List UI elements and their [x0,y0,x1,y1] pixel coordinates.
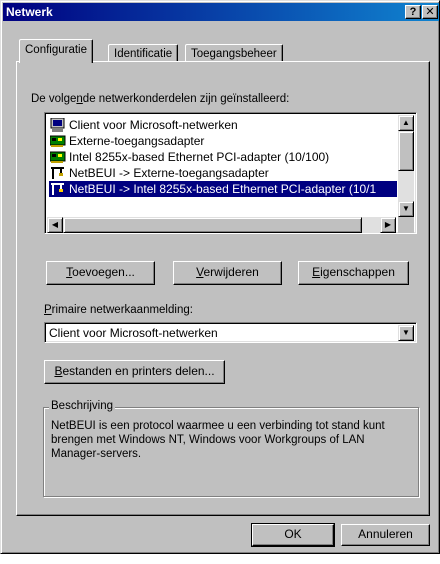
protocol-icon [51,167,64,179]
primary-logon-label: Primaire netwerkaanmelding: [44,304,193,316]
scroll-right-button[interactable]: ▶ [380,217,396,233]
close-button[interactable]: ✕ [422,5,438,19]
primary-logon-value: Client voor Microsoft-netwerken [49,326,218,340]
components-list[interactable]: Client voor Microsoft-netwerken Externe-… [44,112,417,234]
help-button[interactable]: ? [405,5,421,19]
cancel-button[interactable]: Annuleren [341,524,430,546]
components-label: De volgende netwerkonderdelen zijn geïns… [31,93,290,105]
tab-configuratie[interactable]: Configuratie [19,39,94,63]
arrow-right-icon: ▶ [384,220,392,229]
dropdown-button[interactable]: ▼ [398,325,414,341]
list-item[interactable]: Intel 8255x-based Ethernet PCI-adapter (… [49,149,329,165]
primary-logon-select[interactable]: Client voor Microsoft-netwerken ▼ [44,322,417,343]
configuratie-panel: De volgende netwerkonderdelen zijn geïns… [16,61,430,516]
file-print-sharing-button[interactable]: Bestanden en printers delen... [44,360,225,384]
properties-button[interactable]: Eigenschappen [298,261,409,285]
arrow-down-icon: ▼ [402,204,410,213]
description-legend: Beschrijving [49,400,115,412]
scroll-left-button[interactable]: ◀ [47,217,63,233]
ok-button[interactable]: OK [251,523,335,547]
network-dialog: Netwerk ? ✕ Configuratie Identificatie T… [0,0,440,554]
protocol-icon [51,183,64,195]
description-group: Beschrijving NetBEUI is een protocol waa… [43,400,419,497]
remove-button[interactable]: Verwijderen [173,261,282,285]
list-item[interactable]: NetBEUI -> Externe-toegangsadapter [49,165,269,181]
description-text: NetBEUI is een protocol waarmee u een ve… [51,420,385,460]
chevron-down-icon: ▼ [402,328,410,337]
list-item[interactable]: Externe-toegangsadapter [49,133,204,149]
arrow-left-icon: ◀ [51,220,59,229]
horizontal-scrollbar-thumb[interactable] [63,217,362,233]
scroll-up-button[interactable]: ▲ [398,115,414,131]
window-title: Netwerk [6,5,53,19]
list-item-selected[interactable]: NetBEUI -> Intel 8255x-based Ethernet PC… [49,181,397,197]
scrollbar-corner [398,217,414,233]
add-button[interactable]: Toevoegen... [46,261,155,285]
vertical-scrollbar-thumb[interactable] [398,131,414,171]
computer-icon [50,118,65,132]
list-item[interactable]: Client voor Microsoft-netwerken [49,117,238,133]
network-card-icon [50,151,66,163]
arrow-up-icon: ▲ [402,118,410,127]
title-bar[interactable]: Netwerk ? ✕ [3,3,439,21]
network-card-icon [50,135,66,147]
scroll-down-button[interactable]: ▼ [398,201,414,217]
